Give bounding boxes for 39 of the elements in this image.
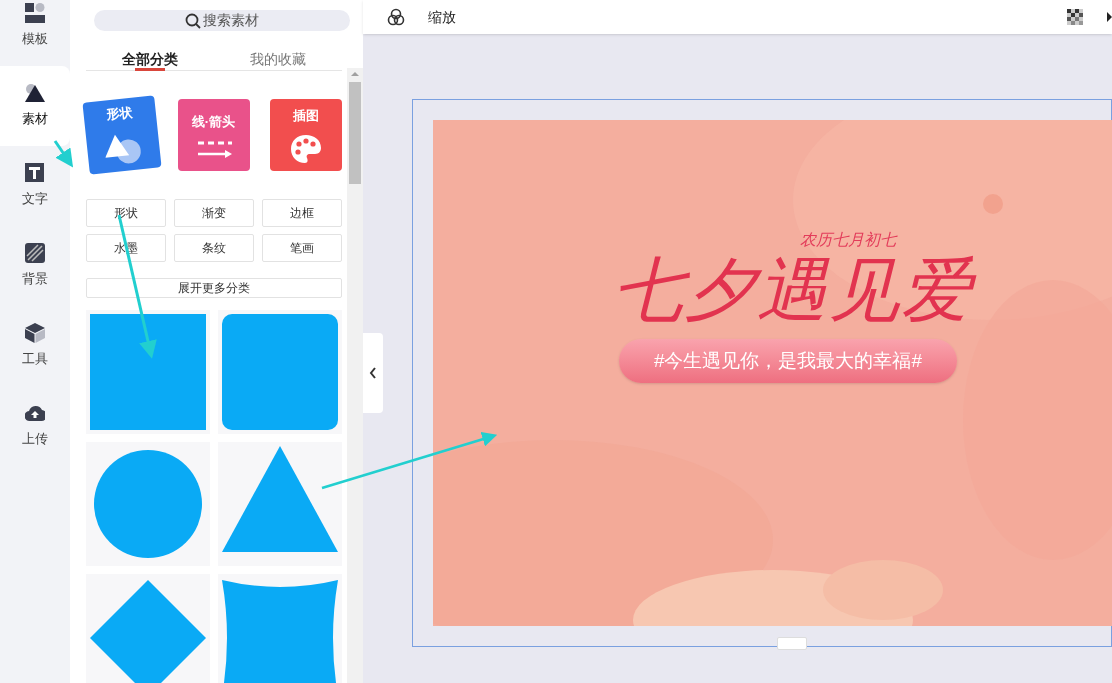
resize-handle[interactable] [777,637,807,650]
category-button[interactable]: 边框 [261,199,342,227]
tab[interactable]: 全部分类 [85,49,214,70]
sidebar-item[interactable]: 背景 [0,226,70,306]
category-button[interactable]: 条纹 [173,234,254,262]
search-icon [184,12,201,29]
play-icon[interactable] [1107,12,1112,22]
collapse-panel-button[interactable] [363,333,383,413]
tab[interactable]: 我的收藏 [213,49,342,70]
hatched-square-icon [24,243,45,264]
search-field[interactable]: 搜索素材 [93,10,350,31]
curved-square-shape[interactable] [217,574,342,683]
sidebar-item[interactable]: 素材 [0,66,70,146]
sidebar-item[interactable]: 上传 [0,386,70,466]
arrow-icon [195,139,232,158]
chevron-left-icon [369,367,377,379]
template-icon [24,3,45,24]
cloud-upload-icon [24,403,45,424]
scrollbar[interactable] [347,68,363,683]
poster-subtitle: 农历七月初七 [800,230,896,250]
transparency-icon[interactable] [1067,9,1083,25]
category-card[interactable]: 插图 [269,99,342,171]
category-card[interactable]: 形状 [81,95,162,175]
sidebar-item[interactable]: 模板 [0,0,70,66]
cube-icon [24,323,45,344]
text-icon [24,163,45,184]
sidebar-item[interactable]: 工具 [0,306,70,386]
triangle-icon [24,83,45,104]
poster-tagline: #今生遇见你，是我最大的幸福# [619,339,957,383]
sidebar-item[interactable]: 文字 [0,146,70,226]
zoom-label[interactable]: 缩放 [428,6,456,28]
annotation-arrow [53,140,74,168]
circles-icon[interactable] [387,8,405,26]
rounded-square-shape[interactable] [217,310,342,434]
square-shape[interactable] [85,310,210,434]
palette-icon [289,133,322,164]
category-button[interactable]: 渐变 [173,199,254,227]
category-button[interactable]: 笔画 [261,234,342,262]
expand-categories-button[interactable]: 展开更多分类 [85,278,342,298]
